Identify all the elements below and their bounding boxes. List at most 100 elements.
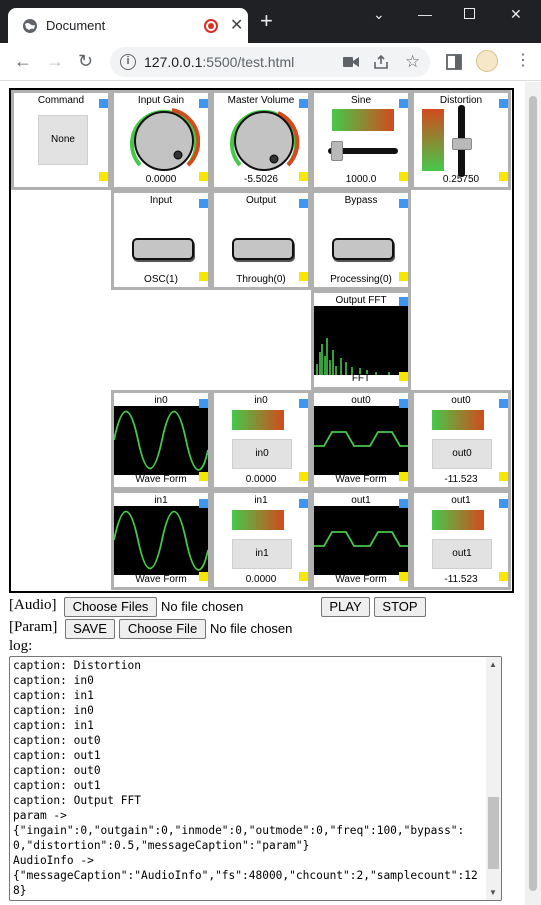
back-icon[interactable]: ← [14, 51, 32, 71]
input-pin[interactable] [399, 499, 408, 508]
input-pin[interactable] [199, 199, 208, 208]
site-info-icon[interactable]: i [120, 54, 136, 70]
minimize-icon[interactable]: — [418, 6, 432, 22]
in1-meter-value: 0.0000 [245, 574, 277, 585]
output-pin[interactable] [399, 472, 408, 481]
sine-gradient-bar [332, 109, 394, 131]
output-pin[interactable] [199, 572, 208, 581]
sine-slider-thumb[interactable] [331, 141, 343, 161]
plugin-board: Command None Input Gain 0.0000 Master Vo… [9, 88, 514, 593]
output-pin[interactable] [99, 172, 108, 181]
log-scroll-thumb[interactable] [488, 797, 499, 869]
input-pin[interactable] [299, 499, 308, 508]
play-button[interactable]: PLAY [321, 597, 370, 617]
bypass-switch[interactable] [332, 238, 394, 260]
maximize-icon[interactable] [464, 8, 475, 19]
url-text: 127.0.0.1:5500/test.html [144, 54, 295, 70]
output-pin[interactable] [199, 272, 208, 281]
cell-caption: out1 [351, 495, 371, 506]
distortion-value: 0.25750 [442, 174, 480, 185]
output-pin[interactable] [399, 572, 408, 581]
input-pin[interactable] [499, 99, 508, 108]
input-pin[interactable] [199, 99, 208, 108]
output-pin[interactable] [299, 472, 308, 481]
cell-caption: Sine [350, 95, 371, 106]
input-gain-knob[interactable] [128, 105, 200, 177]
output-pin[interactable] [299, 172, 308, 181]
output-pin[interactable] [499, 572, 508, 581]
cell-caption: Input [149, 195, 173, 206]
in1-meter-button[interactable]: in1 [232, 539, 292, 569]
tab-search-icon[interactable]: ⌄ [373, 6, 385, 23]
input-gain-cell: Input Gain 0.0000 [111, 90, 211, 190]
output-cell: Output Through(0) [211, 190, 311, 290]
input-pin[interactable] [399, 99, 408, 108]
scroll-down-arrow-icon[interactable]: ▼ [489, 888, 497, 897]
output-pin[interactable] [199, 172, 208, 181]
cell-caption: in1 [254, 495, 268, 506]
bypass-cell: Bypass Processing(0) [311, 190, 411, 290]
new-tab-button[interactable]: + [260, 10, 273, 32]
recording-icon [204, 19, 218, 33]
input-pin[interactable] [99, 99, 108, 108]
in0-meter-button[interactable]: in0 [232, 439, 292, 469]
output-mode-switch[interactable] [232, 238, 294, 260]
input-pin[interactable] [199, 399, 208, 408]
out1-waveform-cell: out1 Wave Form [311, 490, 411, 590]
sine-value: 1000.0 [345, 174, 377, 185]
browser-tab[interactable]: Document ✕ [8, 8, 248, 43]
close-window-icon[interactable]: ✕ [510, 6, 522, 23]
master-volume-knob[interactable] [228, 105, 300, 177]
input-mode-switch[interactable] [132, 238, 194, 260]
output-pin[interactable] [399, 372, 408, 381]
output-pin[interactable] [399, 172, 408, 181]
command-cell: Command None [11, 90, 111, 190]
input-pin[interactable] [499, 499, 508, 508]
output-pin[interactable] [499, 172, 508, 181]
out0-meter-button[interactable]: out0 [432, 439, 492, 469]
cell-caption: out1 [451, 495, 471, 506]
reload-icon[interactable]: ↻ [78, 51, 93, 71]
in1-level-bar [232, 510, 284, 530]
choose-file-button[interactable]: Choose File [119, 619, 206, 639]
output-pin[interactable] [199, 472, 208, 481]
input-pin[interactable] [399, 399, 408, 408]
profile-avatar[interactable] [476, 50, 498, 72]
input-pin[interactable] [399, 199, 408, 208]
output-pin[interactable] [499, 472, 508, 481]
stop-button[interactable]: STOP [374, 597, 426, 617]
page-scrollbar[interactable] [525, 82, 541, 905]
address-bar[interactable]: i 127.0.0.1:5500/test.html ☆ [110, 47, 430, 77]
command-button[interactable]: None [38, 115, 88, 165]
input-pin[interactable] [199, 499, 208, 508]
input-pin[interactable] [299, 199, 308, 208]
menu-kebab-icon[interactable]: ⋮ [515, 51, 531, 71]
input-pin[interactable] [299, 399, 308, 408]
input-pin[interactable] [399, 297, 408, 306]
input-pin[interactable] [299, 99, 308, 108]
in0-meter-value: 0.0000 [245, 474, 277, 485]
cell-caption: Output FFT [335, 295, 387, 306]
out1-meter-button[interactable]: out1 [432, 539, 492, 569]
scroll-up-arrow-icon[interactable]: ▲ [489, 660, 497, 669]
close-tab-icon[interactable]: ✕ [230, 15, 243, 35]
choose-files-button[interactable]: Choose Files [64, 597, 157, 617]
log-scrollbar[interactable]: ▲ ▼ [486, 657, 501, 900]
output-pin[interactable] [299, 272, 308, 281]
cell-caption: out0 [451, 395, 471, 406]
output-pin[interactable] [299, 572, 308, 581]
audio-file-status: No file chosen [161, 599, 244, 614]
distortion-slider-thumb[interactable] [452, 138, 472, 150]
save-button[interactable]: SAVE [65, 619, 115, 639]
camera-icon[interactable] [343, 56, 359, 68]
cell-caption: Command [37, 95, 85, 106]
bookmark-star-icon[interactable]: ☆ [405, 52, 420, 72]
side-panel-icon[interactable] [446, 54, 462, 70]
log-textarea[interactable]: caption: Distortion caption: in0 caption… [9, 656, 502, 901]
page-scroll-thumb[interactable] [529, 96, 537, 891]
output-pin[interactable] [399, 272, 408, 281]
share-icon[interactable] [373, 54, 389, 70]
forward-icon[interactable]: → [46, 51, 64, 71]
out1-meter-cell: out1 out1 -11.523 [411, 490, 511, 590]
input-pin[interactable] [499, 399, 508, 408]
